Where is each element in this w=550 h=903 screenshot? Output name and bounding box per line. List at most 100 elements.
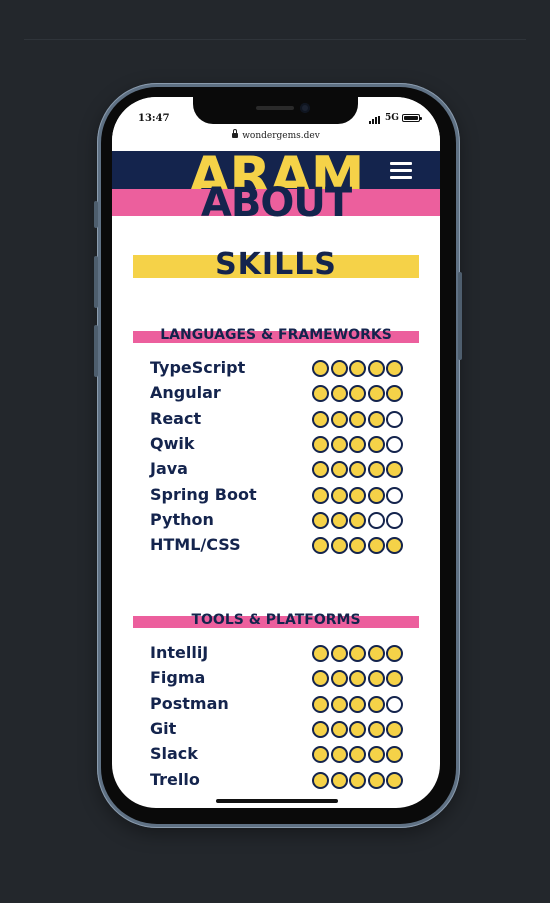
rating-dot-empty-icon: [367, 511, 385, 529]
power-button: [458, 272, 462, 360]
status-bar: 13:47 5G wondergems.dev: [112, 97, 440, 151]
skill-name: HTML/CSS: [150, 535, 241, 555]
rating-dot-empty-icon: [386, 486, 403, 504]
phone-screen: 13:47 5G wondergems.dev ARAM ABOUT SKILL…: [112, 97, 440, 808]
rating-dot-filled-icon: [349, 746, 366, 764]
url-text: wondergems.dev: [242, 131, 320, 141]
skill-name: Figma: [150, 668, 206, 688]
rating-dot-filled-icon: [386, 670, 403, 688]
rating-dot-filled-icon: [330, 461, 348, 479]
rating-dot-filled-icon: [312, 670, 329, 688]
rating-dot-filled-icon: [349, 695, 366, 713]
rating-dot-filled-icon: [330, 410, 348, 428]
skill-rating: [312, 486, 406, 504]
rating-dot-empty-icon: [386, 695, 403, 713]
skill-row: Figma: [150, 668, 406, 688]
rating-dot-filled-icon: [367, 360, 385, 377]
rating-dot-filled-icon: [349, 461, 366, 479]
network-type: 5G: [385, 113, 399, 123]
skill-row: Trello: [150, 770, 406, 790]
rating-dot-filled-icon: [349, 410, 366, 428]
skill-rating: [312, 385, 406, 403]
home-indicator: [216, 799, 338, 803]
skill-name: Git: [150, 718, 177, 738]
rating-dot-filled-icon: [386, 720, 403, 738]
rating-dot-filled-icon: [330, 435, 348, 453]
hamburger-menu-icon[interactable]: [390, 161, 412, 179]
skill-row: HTML/CSS: [150, 535, 406, 555]
rating-dot-filled-icon: [349, 720, 366, 738]
skill-name: Angular: [150, 383, 221, 403]
skill-name: Qwik: [150, 433, 195, 453]
rating-dot-filled-icon: [386, 360, 403, 377]
rating-dot-filled-icon: [330, 360, 348, 377]
rating-dot-empty-icon: [386, 435, 403, 453]
rating-dot-filled-icon: [330, 771, 348, 789]
address-bar[interactable]: wondergems.dev: [112, 129, 440, 141]
section-title: TOOLS & PLATFORMS: [191, 612, 361, 628]
lock-icon: [232, 129, 239, 138]
skill-name: Postman: [150, 693, 229, 713]
rating-dot-filled-icon: [386, 537, 403, 555]
rating-dot-filled-icon: [312, 461, 329, 479]
rating-dot-filled-icon: [367, 695, 385, 713]
skill-row: Python: [150, 510, 406, 530]
speaker-grille: [256, 106, 294, 110]
skill-rating: [312, 435, 406, 453]
rating-dot-filled-icon: [367, 385, 385, 403]
rating-dot-filled-icon: [386, 385, 403, 403]
rating-dot-filled-icon: [349, 360, 366, 377]
skill-name: TypeScript: [150, 358, 246, 377]
rating-dot-filled-icon: [367, 746, 385, 764]
skill-rating: [312, 695, 406, 713]
skill-rating: [312, 537, 406, 555]
rating-dot-filled-icon: [312, 360, 329, 377]
rating-dot-filled-icon: [349, 645, 366, 662]
rating-dot-filled-icon: [349, 771, 366, 789]
rating-dot-filled-icon: [367, 486, 385, 504]
rating-dot-filled-icon: [312, 410, 329, 428]
rating-dot-empty-icon: [386, 511, 403, 529]
rating-dot-empty-icon: [386, 410, 403, 428]
rating-dot-filled-icon: [312, 695, 329, 713]
rating-dot-filled-icon: [349, 670, 366, 688]
skill-name: Trello: [150, 769, 200, 789]
rating-dot-filled-icon: [349, 511, 366, 529]
rating-dot-filled-icon: [386, 746, 403, 764]
battery-icon: [402, 114, 422, 122]
page-title: SKILLS: [215, 247, 337, 282]
rating-dot-filled-icon: [330, 746, 348, 764]
rating-dot-filled-icon: [367, 461, 385, 479]
volume-up-button: [94, 256, 98, 308]
rating-dot-filled-icon: [367, 435, 385, 453]
skill-name: IntelliJ: [150, 643, 209, 662]
rating-dot-filled-icon: [312, 435, 329, 453]
rating-dot-filled-icon: [367, 645, 385, 662]
skill-rating: [312, 771, 406, 789]
section-title: LANGUAGES & FRAMEWORKS: [160, 327, 392, 343]
rating-dot-filled-icon: [367, 410, 385, 428]
divider-line: [24, 39, 526, 40]
rating-dot-filled-icon: [330, 720, 348, 738]
side-button: [94, 201, 98, 228]
notch: [193, 97, 358, 124]
rating-dot-filled-icon: [386, 645, 403, 662]
skill-name: Java: [150, 459, 188, 479]
skill-row: Git: [150, 719, 406, 739]
skill-row: React: [150, 409, 406, 429]
skill-name: Python: [150, 509, 214, 529]
volume-down-button: [94, 325, 98, 377]
skill-row: Spring Boot: [150, 485, 406, 505]
rating-dot-filled-icon: [330, 385, 348, 403]
rating-dot-filled-icon: [312, 511, 329, 529]
rating-dot-filled-icon: [349, 435, 366, 453]
rating-dot-filled-icon: [386, 461, 403, 479]
rating-dot-filled-icon: [312, 720, 329, 738]
rating-dot-filled-icon: [312, 537, 329, 555]
signal-icon: [369, 116, 381, 124]
front-camera: [300, 103, 310, 113]
skill-rating: [312, 670, 406, 688]
rating-dot-filled-icon: [367, 771, 385, 789]
rating-dot-filled-icon: [330, 645, 348, 662]
rating-dot-filled-icon: [312, 645, 329, 662]
